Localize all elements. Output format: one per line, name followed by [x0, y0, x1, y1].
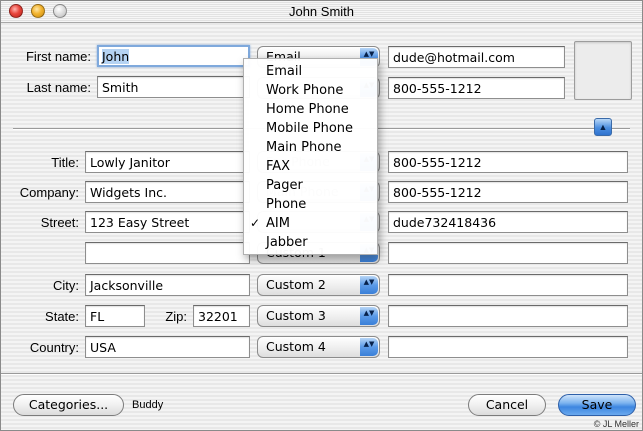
- menu-item-label: Home Phone: [266, 102, 349, 117]
- email-field[interactable]: dude@hotmail.com: [388, 46, 565, 68]
- company-label: Company:: [19, 185, 79, 200]
- footer-divider: [1, 373, 642, 375]
- contact-value-field-3[interactable]: dude732418436: [388, 211, 628, 233]
- contact-value-field-1[interactable]: 800-555-1212: [388, 151, 628, 173]
- company-field[interactable]: Widgets Inc.: [85, 181, 250, 203]
- menu-item-jabber[interactable]: Jabber: [244, 233, 377, 252]
- state-label: State:: [45, 309, 79, 324]
- save-button[interactable]: Save: [558, 394, 636, 416]
- popup-arrows-icon: ▲▼: [360, 276, 378, 294]
- city-field[interactable]: Jacksonville: [85, 274, 250, 296]
- street-line2-field[interactable]: [85, 242, 250, 264]
- cancel-button[interactable]: Cancel: [468, 394, 546, 416]
- menu-item-label: Phone: [266, 197, 307, 212]
- first-name-label: First name:: [25, 49, 91, 64]
- popup-arrows-icon: ▲▼: [360, 307, 378, 325]
- menu-item-home-phone[interactable]: Home Phone: [244, 100, 377, 119]
- street-field[interactable]: 123 Easy Street: [85, 211, 250, 233]
- popup-arrows-icon: ▲▼: [360, 338, 378, 356]
- menu-item-fax[interactable]: FAX: [244, 157, 377, 176]
- menu-item-pager[interactable]: Pager: [244, 176, 377, 195]
- menu-item-label: Email: [266, 64, 303, 79]
- state-field[interactable]: FL: [85, 305, 145, 327]
- photo-well[interactable]: [574, 41, 632, 100]
- contact-window: John Smith First name: John Last name: S…: [0, 0, 643, 431]
- contact-type-value-5: Custom 2: [266, 277, 326, 292]
- contact-type-popup-7[interactable]: Custom 4 ▲▼: [257, 336, 380, 358]
- menu-item-label: FAX: [266, 159, 291, 174]
- menu-item-label: Pager: [266, 178, 303, 193]
- first-name-value: John: [102, 49, 130, 64]
- menu-item-mobile-phone[interactable]: Mobile Phone: [244, 119, 377, 138]
- country-field[interactable]: USA: [85, 336, 250, 358]
- menu-item-aim[interactable]: ✓ AIM: [244, 214, 377, 233]
- last-name-label: Last name:: [26, 80, 91, 95]
- window-title: John Smith: [288, 4, 355, 19]
- menu-item-label: Jabber: [266, 235, 308, 250]
- contact-type-popup-6[interactable]: Custom 3 ▲▼: [257, 305, 380, 327]
- menu-item-phone[interactable]: Phone: [244, 195, 377, 214]
- categories-value: Buddy: [132, 399, 164, 411]
- menu-item-label: Work Phone: [266, 83, 344, 98]
- contact-type-popup-5[interactable]: Custom 2 ▲▼: [257, 274, 380, 296]
- last-name-field[interactable]: Smith: [97, 76, 250, 98]
- phone-field[interactable]: 800-555-1212: [388, 77, 565, 99]
- menu-item-label: Mobile Phone: [266, 121, 354, 136]
- contact-value-field-5[interactable]: [388, 274, 628, 296]
- menu-item-label: AIM: [266, 216, 290, 231]
- zip-label: Zip:: [165, 309, 187, 324]
- contact-type-value-6: Custom 3: [266, 308, 326, 323]
- contact-value-field-2[interactable]: 800-555-1212: [388, 181, 628, 203]
- contact-value-field-7[interactable]: [388, 336, 628, 358]
- menu-item-work-phone[interactable]: Work Phone: [244, 81, 377, 100]
- credit-text: © JL Meller: [593, 419, 639, 429]
- collapse-arrow-icon[interactable]: ▲: [594, 118, 612, 136]
- contact-type-value-7: Custom 4: [266, 339, 326, 354]
- menu-item-main-phone[interactable]: Main Phone: [244, 138, 377, 157]
- city-label: City:: [53, 278, 79, 293]
- menu-item-email[interactable]: Email: [244, 62, 377, 81]
- title-bar[interactable]: John Smith: [1, 1, 642, 23]
- menu-item-label: Main Phone: [266, 140, 342, 155]
- checkmark-icon: ✓: [250, 216, 261, 230]
- categories-button[interactable]: Categories...: [13, 394, 124, 416]
- contact-value-field-6[interactable]: [388, 305, 628, 327]
- contact-value-field-4[interactable]: [388, 242, 628, 264]
- street-label: Street:: [40, 215, 79, 230]
- contact-type-menu: Email Work Phone Home Phone Mobile Phone…: [243, 58, 378, 255]
- zip-field[interactable]: 32201: [193, 305, 250, 327]
- title-field[interactable]: Lowly Janitor: [85, 151, 250, 173]
- title-label: Title:: [51, 155, 79, 170]
- first-name-field[interactable]: John: [97, 45, 250, 67]
- country-label: Country:: [29, 340, 79, 355]
